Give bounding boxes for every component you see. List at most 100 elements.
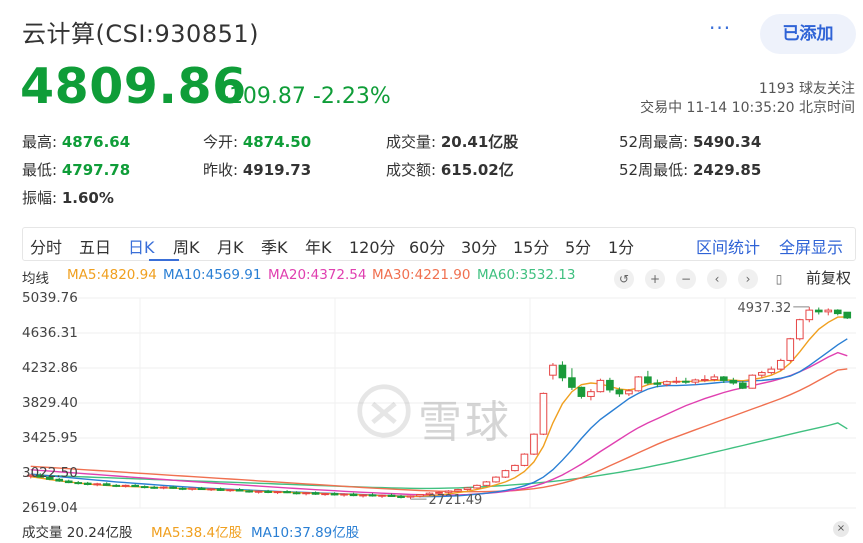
volume-legend: 成交量 20.24亿股 [22,525,133,541]
ma10-legend: MA10:4569.91 [163,267,262,283]
tab-five-day[interactable]: 五日 [79,234,111,258]
candle-body [729,379,738,384]
candle-body [511,464,519,472]
close-volume-icon[interactable]: × [833,521,849,537]
candle [520,453,529,467]
candle-body [83,482,92,485]
candle-body [102,483,111,486]
tab-1min[interactable]: 1分 [608,234,634,258]
scroll-right-icon[interactable]: › [738,269,758,289]
trade-status: 交易中 11-14 10:35:20 北京时间 [640,100,855,116]
stat-open: 今开: 4874.50 [203,131,311,152]
candle-body [444,490,453,493]
ma-mode-label[interactable]: 均线 [22,267,49,287]
candle-body [539,392,548,435]
candle [254,490,263,494]
tab-5min[interactable]: 5分 [565,234,591,258]
candle [482,481,491,487]
zoom-in-icon[interactable]: + [645,269,665,289]
candle [795,318,804,341]
stat-label: 最高: [22,133,58,151]
tab-weekly-k[interactable]: 周K [173,234,200,258]
candle [359,494,367,498]
restore-icon[interactable]: ↺ [614,269,634,289]
followers-count[interactable]: 1193 球友关注 [759,78,855,98]
candle-body [482,481,491,486]
watermark-logo-icon [357,384,411,438]
stat-label: 52周最高: [619,133,689,151]
tab-fenshi[interactable]: 分时 [30,234,62,258]
stat-label: 昨收: [203,161,239,179]
candle-body [824,309,833,313]
stat-amplitude: 振幅: 1.60% [22,187,114,208]
y-tick-label: 3829.40 [22,395,78,411]
zoom-out-icon[interactable]: − [676,269,696,289]
volume-ma10-legend: MA10:37.89亿股 [251,525,360,541]
candle [606,377,614,393]
page-title: 云计算(CSI:930851) [22,20,259,48]
y-tick-label: 4636.31 [22,324,78,341]
more-options-button[interactable]: ··· [709,18,731,38]
candle-body [501,470,510,478]
candle [558,361,567,382]
tab-monthly-k[interactable]: 月K [217,234,244,258]
stat-turnover: 成交额: 615.02亿 [386,159,514,180]
adjust-mode-select[interactable]: 前复权 [806,267,851,288]
candle-body [311,492,320,495]
candle-style-icon[interactable]: ▯ [769,269,789,289]
candle [634,376,643,392]
ma5-legend: MA5:4820.94 [67,267,157,283]
candle-body [254,490,263,493]
scroll-left-icon[interactable]: ‹ [707,269,727,289]
candle-body [169,486,177,489]
candle-body [387,494,396,497]
candle-body [663,381,671,385]
candle-body [473,484,481,489]
candle-body [178,487,187,490]
candle-body [530,433,538,455]
candle [283,490,291,494]
candle-body [264,490,272,493]
candle [814,307,823,315]
candle [188,487,196,491]
added-to-watchlist-button[interactable]: 已添加 [760,14,856,54]
candle-body [625,390,633,395]
candle [74,481,83,485]
volume-ma5-legend: MA5:38.4亿股 [151,525,243,541]
stat-label: 最低: [22,161,58,179]
candle [321,492,329,496]
candle-body [273,491,282,494]
candle-body [710,376,719,381]
tab-60min[interactable]: 60分 [409,234,445,258]
candle [511,464,519,472]
range-stats-link[interactable]: 区间统计 [696,234,760,258]
tab-15min[interactable]: 15分 [513,234,549,258]
ma30-legend: MA30:4221.90 [372,267,471,283]
candle [786,337,795,363]
candle [368,493,377,497]
ma20-legend: MA20:4372.54 [268,267,367,283]
fullscreen-link[interactable]: 全屏显示 [779,234,843,258]
y-tick-label: 3022.50 [22,464,78,481]
candle-body [112,484,121,487]
candle [340,493,348,497]
tab-yearly-k[interactable]: 年K [305,234,332,258]
candle [378,494,386,498]
candle [492,476,500,483]
candle-body [131,484,140,488]
stat-value: 2429.85 [692,161,762,179]
candle [463,487,472,491]
stat-volume: 成交量: 20.41亿股 [386,131,518,152]
candle-body [558,364,567,379]
candle-body [748,374,757,389]
y-tick-label: 4232.86 [22,359,78,376]
candle-body [615,389,624,395]
tab-120min[interactable]: 120分 [349,234,396,258]
tab-30min[interactable]: 30分 [461,234,497,258]
candle-body [368,494,377,497]
candle [150,485,158,489]
price-change: -109.87 -2.23% [221,84,391,109]
y-tick-label: 2619.04 [22,500,78,516]
tab-daily-k[interactable]: 日K [128,234,155,258]
tab-quarterly-k[interactable]: 季K [261,234,288,258]
